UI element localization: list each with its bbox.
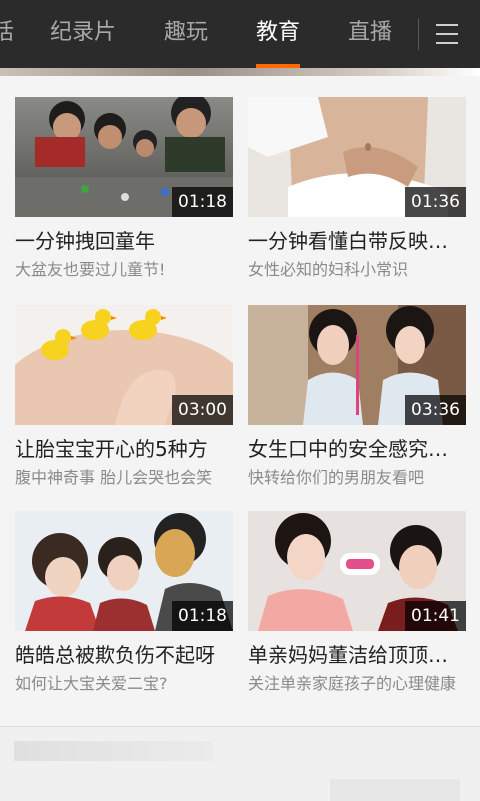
video-card[interactable]: 01:41 单亲妈妈董洁给顶顶的爱 关注单亲家庭孩子的心理健康 [248,511,466,701]
category-tabs: 话 纪录片 趣玩 教育 直播 [0,0,418,68]
video-grid: 01:18 一分钟拽回童年 大盆友也要过儿童节! 01:36 一分钟看懂白带反映… [0,76,480,726]
next-section-placeholder [0,726,480,801]
video-card[interactable]: 01:18 皓皓总被欺负伤不起呀 如何让大宝关爱二宝? [15,511,233,701]
video-thumbnail[interactable]: 03:00 [15,305,233,425]
video-thumbnail[interactable]: 01:18 [15,97,233,217]
faded-header [14,741,214,761]
video-duration: 03:00 [172,395,233,425]
video-duration: 01:18 [172,187,233,217]
video-subtitle: 如何让大宝关爱二宝? [15,674,168,693]
video-duration: 01:36 [405,187,466,217]
tab-fun[interactable]: 趣玩 [164,0,208,68]
faded-element [330,779,460,801]
top-nav-bar: 话 纪录片 趣玩 教育 直播 [0,0,480,68]
video-thumbnail[interactable]: 01:18 [15,511,233,631]
video-card[interactable]: 03:36 女生口中的安全感究竟是什么 快转给你们的男朋友看吧 [248,305,466,495]
tab-education-label: 教育 [256,20,301,45]
banner-strip [0,68,480,76]
video-title[interactable]: 一分钟拽回童年 [15,225,233,254]
video-title[interactable]: 单亲妈妈董洁给顶顶的爱 [248,639,466,668]
tab-live[interactable]: 直播 [348,0,392,68]
video-subtitle: 快转给你们的男朋友看吧 [248,468,425,487]
video-subtitle: 女性必知的妇科小常识 [248,260,409,279]
menu-icon[interactable] [424,0,480,68]
video-title[interactable]: 一分钟看懂白带反映的健康 [248,225,466,254]
video-thumbnail[interactable]: 01:36 [248,97,466,217]
tab-partial[interactable]: 话 [0,0,14,68]
video-title[interactable]: 皓皓总被欺负伤不起呀 [15,639,233,668]
video-thumbnail[interactable]: 01:41 [248,511,466,631]
video-duration: 03:36 [405,395,466,425]
video-subtitle: 腹中神奇事 胎儿会哭也会笑 [15,468,213,487]
video-card[interactable]: 03:00 让胎宝宝开心的5种方 腹中神奇事 胎儿会哭也会笑 [15,305,233,495]
video-duration: 01:18 [172,601,233,631]
video-subtitle: 关注单亲家庭孩子的心理健康 [248,674,457,693]
divider [418,18,419,50]
video-card[interactable]: 01:18 一分钟拽回童年 大盆友也要过儿童节! [15,97,233,287]
tab-documentary[interactable]: 纪录片 [50,0,116,68]
tab-education[interactable]: 教育 [256,0,301,68]
video-subtitle: 大盆友也要过儿童节! [15,260,166,279]
video-card[interactable]: 01:36 一分钟看懂白带反映的健康 女性必知的妇科小常识 [248,97,466,287]
video-thumbnail[interactable]: 03:36 [248,305,466,425]
video-title[interactable]: 女生口中的安全感究竟是什么 [248,433,466,462]
video-duration: 01:41 [405,601,466,631]
video-title[interactable]: 让胎宝宝开心的5种方 [15,433,233,462]
